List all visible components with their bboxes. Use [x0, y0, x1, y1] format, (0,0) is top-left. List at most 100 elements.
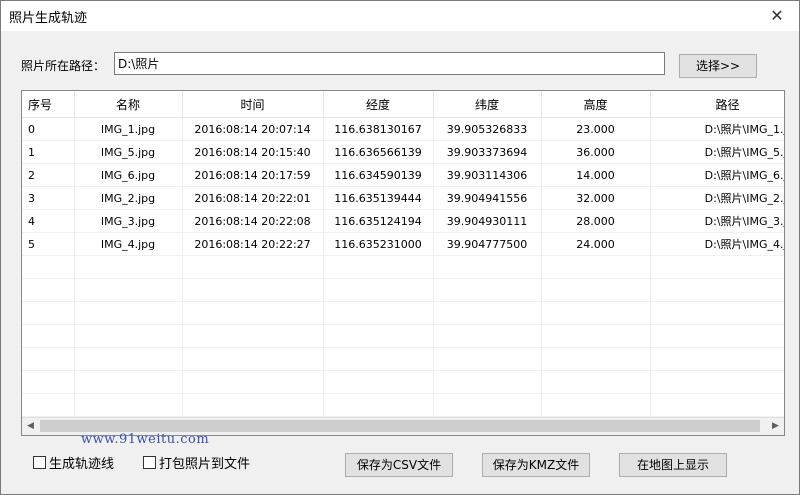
- empty-cell: [323, 278, 434, 302]
- empty-cell: [182, 301, 324, 325]
- table-cell: 5: [22, 232, 75, 256]
- pack-photos-label: 打包照片到文件: [159, 457, 251, 472]
- table-cell: 116.635124194: [323, 209, 434, 233]
- column-header[interactable]: 时间: [182, 91, 324, 118]
- empty-cell: [433, 301, 542, 325]
- table-cell: IMG_2.jpg: [74, 186, 183, 210]
- watermark: www.91weitu.com: [81, 432, 210, 447]
- table-cell: 23.000: [541, 117, 651, 141]
- empty-cell: [22, 278, 75, 302]
- empty-cell: [323, 255, 434, 279]
- table-cell: D:\照片\IMG_3.jpg: [650, 209, 784, 233]
- scroll-right-icon[interactable]: ▶: [767, 418, 784, 435]
- table-cell: 116.638130167: [323, 117, 434, 141]
- table-cell: D:\照片\IMG_2.jpg: [650, 186, 784, 210]
- empty-row: [22, 393, 784, 417]
- empty-cell: [74, 347, 183, 371]
- table-row[interactable]: 5 IMG_4.jpg 2016:08:14 20:22:27 116.6352310…: [22, 232, 784, 256]
- empty-cell: [74, 393, 183, 417]
- table-cell: 39.903114306: [433, 163, 542, 187]
- table-cell: 2016:08:14 20:15:40: [182, 140, 324, 164]
- table-cell: IMG_3.jpg: [74, 209, 183, 233]
- table-cell: 2016:08:14 20:22:08: [182, 209, 324, 233]
- table-row[interactable]: 2 IMG_6.jpg 2016:08:14 20:17:59 116.6345901…: [22, 163, 784, 187]
- empty-cell: [74, 324, 183, 348]
- empty-cell: [22, 347, 75, 371]
- table-cell: 39.904941556: [433, 186, 542, 210]
- empty-cell: [541, 347, 651, 371]
- empty-row: [22, 278, 784, 302]
- table-cell: 3: [22, 186, 75, 210]
- column-header[interactable]: 路径: [650, 91, 784, 118]
- empty-cell: [74, 278, 183, 302]
- table-cell: 28.000: [541, 209, 651, 233]
- table-row[interactable]: 0 IMG_1.jpg 2016:08:14 20:07:14 116.6381301…: [22, 117, 784, 141]
- table-row[interactable]: 4 IMG_3.jpg 2016:08:14 20:22:08 116.6351241…: [22, 209, 784, 233]
- path-label: 照片所在路径：: [21, 59, 106, 73]
- table-cell: IMG_1.jpg: [74, 117, 183, 141]
- table-cell: 2016:08:14 20:22:27: [182, 232, 324, 256]
- empty-cell: [182, 347, 324, 371]
- checkbox-icon[interactable]: [143, 456, 156, 469]
- browse-button[interactable]: 选择>>: [679, 54, 757, 78]
- save-csv-button[interactable]: 保存为CSV文件: [345, 453, 453, 477]
- table-cell: 116.634590139: [323, 163, 434, 187]
- table-cell: 0: [22, 117, 75, 141]
- table-cell: 116.636566139: [323, 140, 434, 164]
- window-title: 照片生成轨迹: [9, 11, 88, 26]
- empty-cell: [182, 278, 324, 302]
- table-cell: 36.000: [541, 140, 651, 164]
- empty-cell: [650, 370, 784, 394]
- dialog-window: 照片生成轨迹 ✕ 照片所在路径： D:\照片 选择>> 序号 名称 时间 经度 纬度 高度…: [0, 0, 800, 495]
- table-row[interactable]: 1 IMG_5.jpg 2016:08:14 20:15:40 116.6365661…: [22, 140, 784, 164]
- table-cell: 116.635231000: [323, 232, 434, 256]
- empty-cell: [323, 370, 434, 394]
- column-header[interactable]: 纬度: [433, 91, 542, 118]
- table-cell: 2: [22, 163, 75, 187]
- scrollbar-thumb[interactable]: [40, 420, 760, 432]
- empty-cell: [650, 393, 784, 417]
- gen-track-checkbox[interactable]: 生成轨迹线: [33, 453, 114, 472]
- path-input[interactable]: D:\照片: [114, 52, 665, 75]
- empty-cell: [433, 370, 542, 394]
- empty-cell: [650, 347, 784, 371]
- title-bar: 照片生成轨迹 ✕: [1, 1, 799, 31]
- table-cell: 116.635139444: [323, 186, 434, 210]
- table-cell: 39.904777500: [433, 232, 542, 256]
- table-cell: D:\照片\IMG_5.jpg: [650, 140, 784, 164]
- empty-cell: [323, 301, 434, 325]
- column-header[interactable]: 高度: [541, 91, 651, 118]
- pack-photos-checkbox[interactable]: 打包照片到文件: [143, 453, 250, 472]
- show-map-button[interactable]: 在地图上显示: [619, 453, 727, 477]
- table-cell: D:\照片\IMG_6.jpg: [650, 163, 784, 187]
- column-header[interactable]: 序号: [22, 91, 75, 118]
- table-cell: 2016:08:14 20:17:59: [182, 163, 324, 187]
- table-cell: D:\照片\IMG_1.jpg: [650, 117, 784, 141]
- table-cell: 14.000: [541, 163, 651, 187]
- column-header[interactable]: 名称: [74, 91, 183, 118]
- save-kmz-button[interactable]: 保存为KMZ文件: [482, 453, 590, 477]
- table-row[interactable]: 3 IMG_2.jpg 2016:08:14 20:22:01 116.6351394…: [22, 186, 784, 210]
- empty-row: [22, 347, 784, 371]
- column-header[interactable]: 经度: [323, 91, 434, 118]
- empty-cell: [323, 393, 434, 417]
- empty-cell: [433, 255, 542, 279]
- table-cell: IMG_6.jpg: [74, 163, 183, 187]
- empty-row: [22, 301, 784, 325]
- empty-cell: [433, 324, 542, 348]
- table-header-row: 序号 名称 时间 经度 纬度 高度 路径: [22, 91, 784, 118]
- empty-cell: [433, 393, 542, 417]
- scroll-left-icon[interactable]: ◀: [22, 418, 39, 435]
- empty-cell: [22, 301, 75, 325]
- empty-cell: [541, 255, 651, 279]
- empty-cell: [182, 255, 324, 279]
- table-cell: D:\照片\IMG_4.jpg: [650, 232, 784, 256]
- close-icon[interactable]: ✕: [765, 5, 789, 27]
- empty-cell: [74, 255, 183, 279]
- empty-cell: [541, 324, 651, 348]
- empty-cell: [182, 370, 324, 394]
- empty-cell: [650, 301, 784, 325]
- checkbox-icon[interactable]: [33, 456, 46, 469]
- empty-cell: [650, 255, 784, 279]
- table-cell: 39.904930111: [433, 209, 542, 233]
